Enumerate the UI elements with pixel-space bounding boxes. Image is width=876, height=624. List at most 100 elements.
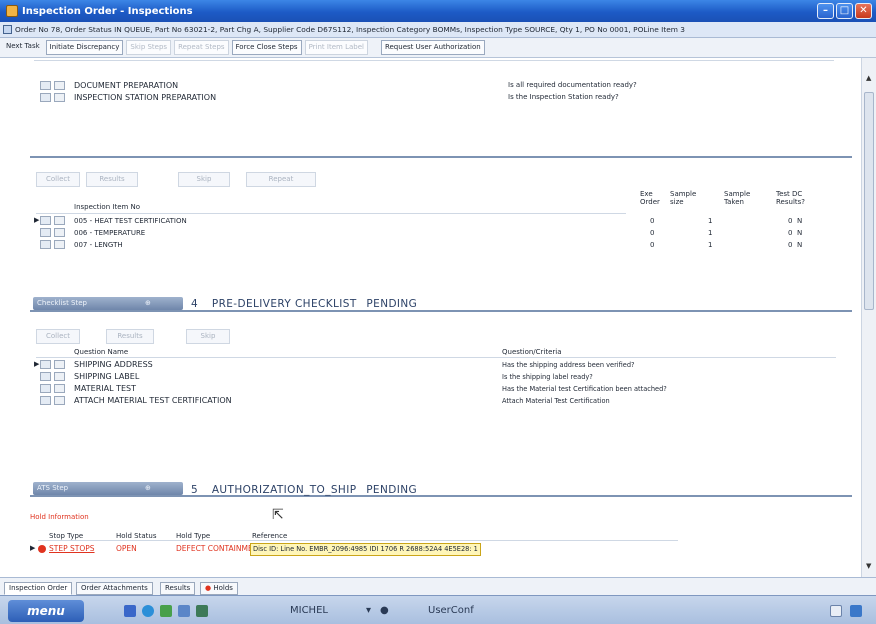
- checklist-criteria: Is the Inspection Station ready?: [508, 93, 619, 101]
- force-close-steps-button[interactable]: Force Close Steps: [231, 40, 302, 55]
- stage-status: PENDING: [366, 298, 418, 310]
- scroll-down-icon[interactable]: ▼: [866, 562, 871, 570]
- dropdown-icon[interactable]: ▾: [366, 605, 371, 616]
- taskbar-userconf[interactable]: UserConf: [428, 605, 474, 616]
- sample-size-value: 1: [708, 217, 713, 225]
- sample-size-value: 1: [708, 229, 713, 237]
- row-check-icon: [54, 396, 65, 405]
- connection-icon[interactable]: ●: [380, 605, 389, 616]
- order-info-bar: Order No 78, Order Status IN QUEUE, Part…: [0, 22, 876, 38]
- maximize-button[interactable]: □: [836, 3, 853, 19]
- globe-icon[interactable]: [124, 605, 136, 617]
- reference-header: Reference: [252, 532, 288, 540]
- stop-icon: [38, 545, 46, 553]
- row-state-icon: [40, 216, 51, 225]
- start-menu-button[interactable]: menu: [8, 600, 84, 622]
- action-toolbar: Next Task Initiate Discrepancy Skip Step…: [0, 38, 876, 58]
- row-divider: [34, 60, 834, 61]
- next-task-button[interactable]: Next Task: [3, 40, 43, 55]
- row-state-icon: [40, 240, 51, 249]
- inspection-item[interactable]: 007 - LENGTH: [74, 241, 123, 249]
- stage-pill[interactable]: Checklist Step ⊕: [33, 297, 183, 310]
- stage-divider: [30, 495, 852, 497]
- checklist-item[interactable]: INSPECTION STATION PREPARATION: [74, 93, 216, 102]
- show-desktop-icon[interactable]: [830, 605, 842, 617]
- tab-inspection-order[interactable]: Inspection Order: [4, 582, 73, 595]
- stage-name: PRE-DELIVERY CHECKLIST: [211, 298, 357, 310]
- taskbar: menu MICHEL ▾ ● UserConf: [0, 595, 876, 624]
- tab-results[interactable]: Results: [160, 582, 196, 595]
- skip-button[interactable]: Skip: [178, 172, 230, 187]
- row-state-icon: [40, 396, 51, 405]
- skip-button[interactable]: Skip: [186, 329, 230, 344]
- stage-status: PENDING: [366, 484, 417, 496]
- header-underline: [36, 213, 626, 214]
- question-name[interactable]: SHIPPING ADDRESS: [74, 360, 153, 369]
- col-test-results: Test DC Results?: [776, 190, 805, 206]
- mouse-cursor-icon: ⇱: [272, 507, 284, 523]
- col-sample-taken: Sample Taken: [724, 190, 751, 206]
- scroll-thumb[interactable]: [864, 92, 874, 310]
- window-controls: – □ ✕: [817, 3, 872, 19]
- window-title-bar[interactable]: Inspection Order - Inspections – □ ✕: [0, 0, 876, 22]
- question-criteria: Attach Material Test Certification: [502, 397, 610, 405]
- tray-app-icon[interactable]: [850, 605, 862, 617]
- hold-status-header: Hold Status: [116, 532, 157, 540]
- results-button[interactable]: Results: [86, 172, 138, 187]
- exe-order-value: 0: [650, 241, 655, 249]
- row-check-icon: [54, 228, 65, 237]
- close-button[interactable]: ✕: [855, 3, 872, 19]
- stop-type-value[interactable]: STEP STOPS: [49, 544, 95, 553]
- browser-icon[interactable]: [142, 605, 154, 617]
- tab-order-attachments[interactable]: Order Attachments: [76, 582, 153, 595]
- folder-icon[interactable]: [178, 605, 190, 617]
- checklist-item[interactable]: DOCUMENT PREPARATION: [74, 81, 178, 90]
- question-name[interactable]: SHIPPING LABEL: [74, 372, 139, 381]
- hold-reference-field[interactable]: Disc ID: Line No. EMBR_2096:4985 IDI 170…: [250, 543, 481, 556]
- inspection-item-header: Inspection Item No: [74, 203, 141, 211]
- tab-holds[interactable]: ● Holds: [200, 582, 238, 595]
- stage-pill[interactable]: ATS Step ⊕: [33, 482, 183, 495]
- hold-type-header: Hold Type: [176, 532, 211, 540]
- minimize-button[interactable]: –: [817, 3, 834, 19]
- print-item-label-button[interactable]: Print Item Label: [304, 40, 368, 55]
- network-icon[interactable]: [160, 605, 172, 617]
- scroll-up-icon[interactable]: ▲: [866, 74, 871, 82]
- row-check-icon: [54, 240, 65, 249]
- question-name-header: Question Name: [74, 348, 129, 356]
- expand-icon[interactable]: ⊕: [145, 482, 151, 495]
- skip-steps-button[interactable]: Skip Steps: [126, 40, 172, 55]
- current-row-arrow: ▶: [34, 360, 40, 368]
- vertical-scrollbar[interactable]: ▲ ▼: [861, 58, 876, 577]
- question-name[interactable]: ATTACH MATERIAL TEST CERTIFICATION: [74, 396, 232, 405]
- terminal-icon[interactable]: [196, 605, 208, 617]
- row-check-icon: [54, 216, 65, 225]
- inspection-item[interactable]: 005 - HEAT TEST CERTIFICATION: [74, 217, 187, 225]
- header-underline: [36, 357, 836, 358]
- initiate-discrepancy-button[interactable]: Initiate Discrepancy: [45, 40, 124, 55]
- sample-taken-value: 0: [788, 229, 793, 237]
- question-name[interactable]: MATERIAL TEST: [74, 384, 136, 393]
- repeat-button[interactable]: Repeat: [246, 172, 316, 187]
- header-underline: [38, 540, 678, 541]
- stop-type-header: Stop Type: [49, 532, 84, 540]
- inspection-item[interactable]: 006 - TEMPERATURE: [74, 229, 145, 237]
- window-title: Inspection Order - Inspections: [22, 5, 193, 17]
- collect-button[interactable]: Collect: [36, 329, 80, 344]
- repeat-steps-button[interactable]: Repeat Steps: [174, 40, 229, 55]
- row-state-icon: [40, 372, 51, 381]
- taskbar-user[interactable]: MICHEL: [290, 605, 328, 616]
- stage-pill-label: ATS Step: [37, 484, 69, 492]
- stage-title: 5 AUTHORIZATION_TO_SHIP PENDING: [191, 484, 417, 496]
- results-button[interactable]: Results: [106, 329, 154, 344]
- stage-divider: [30, 310, 852, 312]
- hold-information-label: Hold Information: [30, 513, 89, 521]
- collect-button[interactable]: Collect: [36, 172, 80, 187]
- expand-icon[interactable]: ⊕: [145, 297, 151, 310]
- checklist-criteria: Is all required documentation ready?: [508, 81, 637, 89]
- request-user-authorization-button[interactable]: Request User Authorization: [380, 40, 485, 55]
- row-state-icon: [40, 360, 51, 369]
- app-icon: [6, 5, 18, 17]
- question-criteria-header: Question/Criteria: [502, 348, 562, 356]
- test-result-value: N: [797, 241, 803, 249]
